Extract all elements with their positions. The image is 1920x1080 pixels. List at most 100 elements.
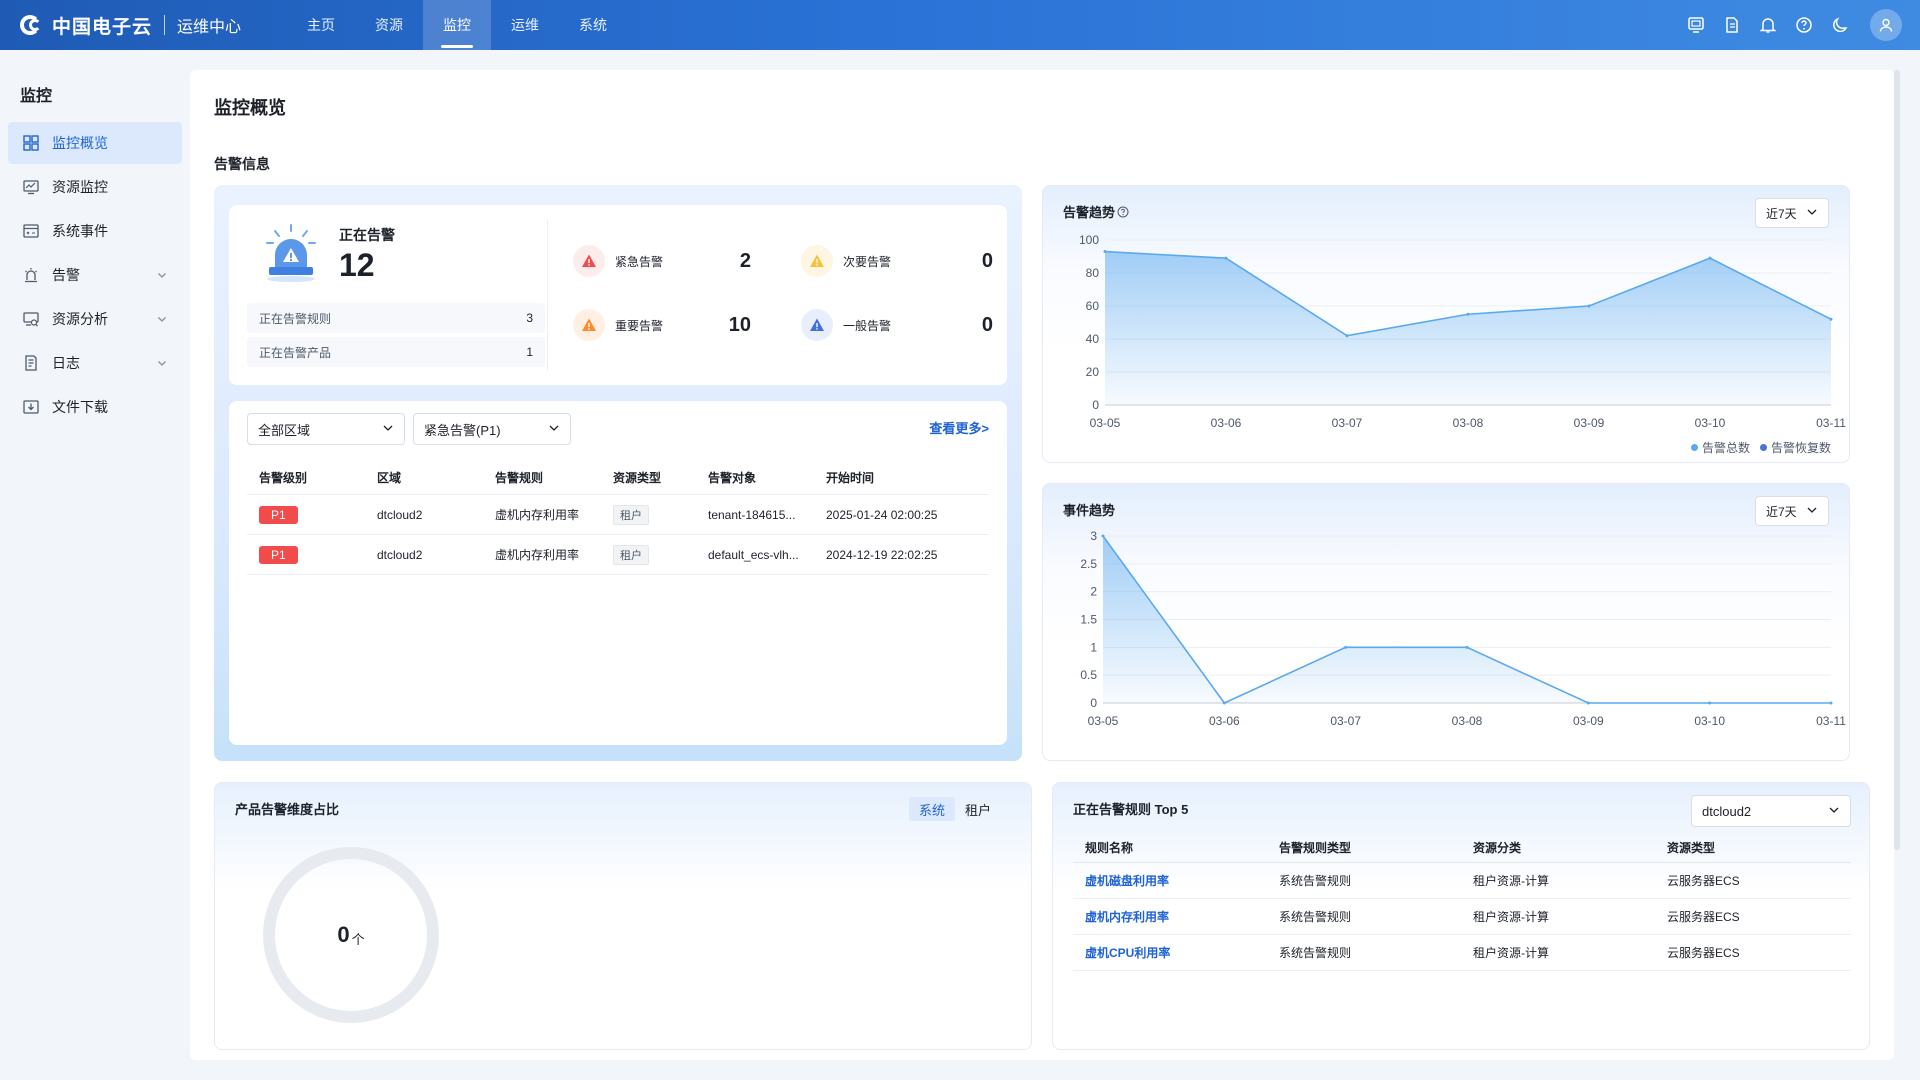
level-label: 一般告警 [843,318,892,333]
level-badge: P1 [259,505,298,524]
screen-icon[interactable] [1678,7,1714,43]
x-tick-label: 03-05 [1088,714,1119,728]
page-scrollbar[interactable] [1894,70,1900,850]
main-content: 监控概览 告警信息 正在告警 12 正在告警规则 3 正在告警产品 1 紧急告警… [190,70,1894,1060]
sidebar-item-log[interactable]: 日志 [8,342,182,384]
sidebar-item-alarm[interactable]: 告警 [8,254,182,296]
nav-ops[interactable]: 运维 [491,0,559,50]
data-point [1224,256,1228,260]
sidebar-item-label: 系统事件 [52,223,108,239]
data-point [1829,317,1833,321]
alarm-trend-range-select[interactable]: 近7天 [1755,198,1829,228]
chevron-down-icon [382,422,394,437]
warning-icon [801,309,833,341]
help-icon[interactable] [1786,7,1822,43]
nav-monitor[interactable]: 监控 [423,0,492,50]
brand-separator [164,15,166,35]
data-point [1829,701,1833,705]
product-ratio-card: 产品告警维度占比 系统 租户 0 个 [214,782,1032,1050]
rule-cell: 虚机内存利用率 [495,548,580,562]
sidebar: 监控 监控概览 资源监控 系统事件 告警 资源分析 日志 文件下载 [0,50,190,1080]
header-actions [1678,7,1902,43]
y-tick-label: 0.5 [1080,668,1097,682]
document-icon[interactable] [1714,7,1750,43]
ongoing-rules-value: 3 [526,311,533,325]
donut-total: 0 [337,922,350,947]
nav-home[interactable]: 主页 [287,0,355,50]
sidebar-item-overview[interactable]: 监控概览 [8,122,182,164]
object-cell: tenant-184615... [708,507,796,522]
rule-type-cell: 系统告警规则 [1279,874,1352,888]
data-point [1344,645,1348,649]
sidebar-item-system-events[interactable]: 系统事件 [8,210,182,252]
rule-name-link[interactable]: 虚机磁盘利用率 [1085,874,1169,888]
level-count: 0 [981,313,993,336]
sidebar-item-resource-analysis[interactable]: 资源分析 [8,298,182,340]
dashboard-icon [22,134,40,152]
top5-region-select[interactable]: dtcloud2 [1691,795,1851,827]
table-row: 虚机CPU利用率 系统告警规则 租户资源-计算 云服务器ECS [1073,935,1851,971]
tab-tenant[interactable]: 租户 [955,797,1001,821]
top-bar: 中国电子云 运维中心 主页 资源 监控 运维 系统 [0,0,1920,50]
chart-title-text: 告警趋势 [1063,205,1116,220]
y-tick-label: 0 [1090,696,1097,710]
resource-type-tag: 租户 [613,504,649,525]
moon-icon[interactable] [1822,7,1858,43]
column-header: 开始时间 [826,471,875,485]
resource-cell: 云服务器ECS [1667,874,1740,888]
rule-name-link[interactable]: 虚机内存利用率 [1085,910,1169,924]
data-point [1465,645,1469,649]
view-more-link[interactable]: 查看更多> [929,418,989,437]
level-critical[interactable]: 紧急告警 2 [573,241,751,281]
alarm-trend-card: 0 20 40 60 80 100 03-05 03-06 03-07 03-08 03-09 03-… [1042,185,1850,463]
rule-type-cell: 系统告警规则 [1279,946,1352,960]
region-cell: dtcloud2 [377,547,423,562]
chevron-down-icon [156,268,168,284]
y-tick-label: 20 [1086,365,1100,379]
chart-legend: 告警总数 告警恢复数 [1681,439,1831,456]
warning-icon [573,245,605,277]
y-tick-label: 3 [1090,529,1097,543]
level-minor[interactable]: 次要告警 0 [801,241,993,281]
brand-logo[interactable]: 中国电子云 运维中心 [20,12,241,39]
x-tick-label: 03-08 [1453,416,1484,430]
y-tick-label: 60 [1086,299,1100,313]
ongoing-products-value: 1 [526,345,533,359]
nav-resource[interactable]: 资源 [355,0,423,50]
log-icon [22,354,40,372]
table-row[interactable]: P1 dtcloud2 虚机内存利用率 租户 tenant-184615... … [247,495,989,535]
sidebar-item-resource-monitor[interactable]: 资源监控 [8,166,182,208]
tab-system[interactable]: 系统 [908,797,955,821]
region-select[interactable]: 全部区域 [247,413,405,445]
download-icon [22,398,40,416]
level-major[interactable]: 重要告警 10 [573,305,751,345]
object-cell: default_ecs-vlh... [708,547,799,562]
x-tick-label: 03-07 [1330,714,1361,728]
bell-icon[interactable] [1750,7,1786,43]
level-label: 重要告警 [615,318,664,333]
data-point [1586,701,1590,705]
data-point [1466,312,1470,316]
category-cell: 租户资源-计算 [1473,946,1549,960]
nav-system[interactable]: 系统 [559,0,627,50]
siren-icon [266,224,316,282]
level-select[interactable]: 紧急告警(P1) [413,413,571,445]
x-tick-label: 03-09 [1573,714,1604,728]
table-row[interactable]: P1 dtcloud2 虚机内存利用率 租户 default_ecs-vlh..… [247,535,989,575]
event-trend-range-select[interactable]: 近7天 [1755,496,1829,526]
sidebar-item-label: 日志 [52,355,80,371]
x-tick-label: 03-07 [1332,416,1363,430]
resource-cell: 云服务器ECS [1667,910,1740,924]
sidebar-item-file-download[interactable]: 文件下载 [8,386,182,428]
level-count: 2 [739,249,751,272]
y-tick-label: 1.5 [1080,613,1097,627]
divider [547,219,548,371]
info-icon[interactable] [1117,206,1129,218]
rule-name-link[interactable]: 虚机CPU利用率 [1085,946,1170,960]
user-avatar[interactable] [1870,9,1902,41]
ratio-tab-switch: 系统 租户 [908,797,1001,821]
warning-icon [801,245,833,277]
level-general[interactable]: 一般告警 0 [801,305,993,345]
alarm-table-header: 告警级别 区域 告警规则 资源类型 告警对象 开始时间 [247,461,989,495]
data-point [1587,304,1591,308]
